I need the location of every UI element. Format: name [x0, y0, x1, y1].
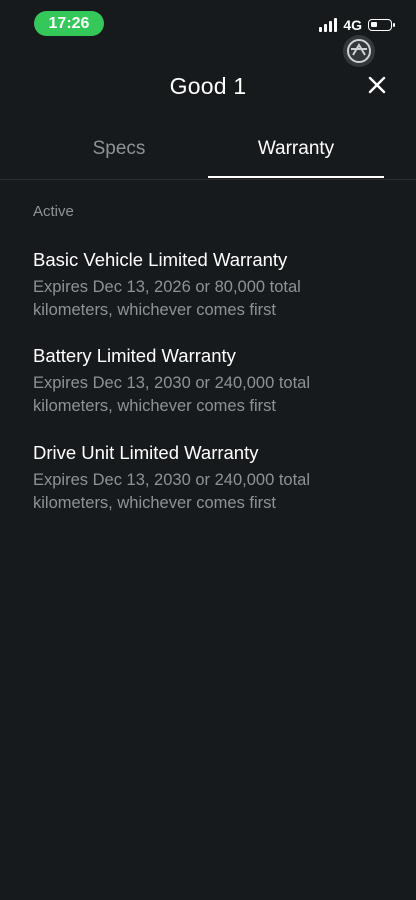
warranty-item: Battery Limited Warranty Expires Dec 13,… — [33, 344, 383, 418]
active-tab-indicator — [208, 176, 384, 178]
tab-specs[interactable]: Specs — [30, 124, 208, 178]
warranty-title: Battery Limited Warranty — [33, 345, 236, 366]
assistive-touch-icon[interactable] — [342, 34, 376, 68]
warranty-description: Expires Dec 13, 2030 or 240,000 total ki… — [33, 374, 311, 415]
warranty-title: Drive Unit Limited Warranty — [33, 442, 259, 463]
warranty-item: Drive Unit Limited Warranty Expires Dec … — [33, 441, 383, 515]
warranty-title: Basic Vehicle Limited Warranty — [33, 249, 288, 270]
warranty-description: Expires Dec 13, 2030 or 240,000 total ki… — [33, 471, 311, 512]
close-icon — [368, 76, 386, 94]
warranty-description: Expires Dec 13, 2026 or 80,000 total kil… — [33, 278, 301, 319]
cellular-signal-icon — [319, 18, 338, 32]
battery-icon — [368, 19, 395, 31]
tab-bar: Specs Warranty — [0, 124, 416, 180]
tab-warranty[interactable]: Warranty — [208, 124, 384, 178]
status-time: 17:26 — [34, 11, 104, 36]
status-indicators: 4G — [319, 16, 395, 34]
section-label-active: Active — [33, 203, 74, 220]
warranty-item: Basic Vehicle Limited Warranty Expires D… — [33, 248, 383, 322]
close-button[interactable] — [362, 70, 392, 100]
battery-level — [371, 22, 377, 27]
page-title: Good 1 — [169, 73, 247, 99]
network-type-label: 4G — [343, 17, 362, 33]
